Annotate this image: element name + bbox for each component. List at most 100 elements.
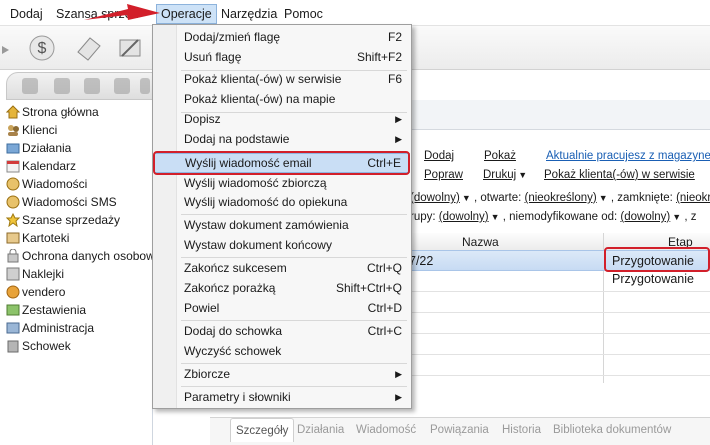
messages-icon [6,177,20,191]
tab-wiadomosc[interactable]: Wiadomość [356,424,416,436]
filter-zamkniete-select[interactable]: (nieokr [676,192,710,204]
tab-edit-icon[interactable] [114,78,130,94]
menu-separator [181,386,407,387]
tab-biblioteka-dokumentow[interactable]: Biblioteka dokumentów [553,424,671,436]
column-etap[interactable]: Etap [668,234,693,250]
menu-item-label: Dodaj do schowka [184,324,283,338]
menu-item-dodaj-zmien-flage[interactable]: Dodaj/zmień flagę F2 [154,28,410,48]
submenu-arrow-icon: ▶ [395,114,402,124]
menu-item-pokaz-klienta-mapa[interactable]: Pokaż klienta(-ów) na mapie [154,90,410,110]
menu-item-usun-flage[interactable]: Usuń flagę Shift+F2 [154,48,410,68]
menu-bar: Dodaj Szansa sprzed Operacje Narzędzia P… [0,0,710,26]
tab-more-icon[interactable] [140,78,150,94]
menu-szansa-sprzedazy[interactable]: Szansa sprzed [52,4,143,24]
filter-niemodyfikowane-label: , niemodyfikowane od: [502,211,618,223]
menu-dodaj[interactable]: Dodaj [6,4,47,24]
menu-item-label: Dopisz [184,112,221,126]
caret-down-icon: ▼ [518,170,528,180]
menu-item-wyslij-do-opiekuna[interactable]: Wyślij wiadomość do opiekuna [154,193,410,213]
menu-narzedzia[interactable]: Narzędzia [217,4,281,24]
menu-item-label: Zakończ porażką [184,281,276,295]
actions-icon [6,141,20,155]
caret-down-icon: ▼ [461,193,471,203]
menu-item-label: Pokaż klienta(-ów) na mapie [184,92,336,106]
menu-item-zakoncz-sukcesem[interactable]: Zakończ sukcesem Ctrl+Q [154,259,410,279]
menu-item-wystaw-koncowy[interactable]: Wystaw dokument końcowy [154,236,410,256]
caret-down-icon: ▼ [672,212,682,222]
tab-user-icon[interactable] [22,78,38,94]
filter-grupy-select[interactable]: (dowolny) [439,211,489,223]
menu-item-label: Usuń flagę [184,50,242,64]
table-row-empty [405,355,710,376]
clipboard-icon [6,339,20,353]
tab-group-icon[interactable] [84,78,100,94]
toolbar-dropdown-arrow-icon[interactable] [0,32,12,64]
tab-historia[interactable]: Historia [502,424,541,436]
menu-item-label: Pokaż klienta(-ów) w serwisie [184,72,342,86]
menu-item-dopisz[interactable]: Dopisz ▶ [154,110,410,130]
filter-otwarte-select[interactable]: (nieokreślony) [525,192,597,204]
sms-icon [6,195,20,209]
menu-item-dodaj-do-schowka[interactable]: Dodaj do schowka Ctrl+C [154,322,410,342]
cards-icon [6,231,20,245]
dodaj-link[interactable]: Dodaj [424,150,454,162]
menu-item-zbiorcze[interactable]: Zbiorcze ▶ [154,365,410,385]
calendar-icon [6,159,20,173]
home-icon [5,105,21,119]
column-nazwa[interactable]: Nazwa [462,234,499,250]
menu-item-label: Zakończ sukcesem [184,261,287,275]
admin-icon [6,321,20,335]
menu-item-zakoncz-porazka[interactable]: Zakończ porażką Shift+Ctrl+Q [154,279,410,299]
toolbar-eraser-icon[interactable] [72,32,104,64]
menu-item-wystaw-zamowienia[interactable]: Wystaw dokument zamówienia [154,216,410,236]
menu-item-wyczysc-schowek[interactable]: Wyczyść schowek [154,342,410,362]
menu-pomoc[interactable]: Pomoc [280,4,327,24]
filter-niemodyfikowane-select[interactable]: (dowolny) [620,211,670,223]
svg-text:$: $ [38,40,47,57]
drukuj-link[interactable]: Drukuj ▼ [483,169,527,181]
filter-row-2: rupy: (dowolny) ▼ , niemodyfikowane od: (… [410,211,697,223]
stickers-icon [6,267,20,281]
popraw-link[interactable]: Popraw [424,169,463,181]
clients-icon [6,123,20,137]
table-row[interactable]: Przygotowanie [405,271,710,292]
menu-item-label: Wystaw dokument końcowy [184,238,332,252]
menu-item-parametry-slowniki[interactable]: Parametry i słowniki ▶ [154,388,410,408]
toolbar-tools-icon[interactable] [114,32,146,64]
toolbar-dollar-icon[interactable]: $ [26,32,58,64]
pokaz-klienta-serwis-link[interactable]: Pokaż klienta(-ów) w serwisie [544,169,695,181]
menu-item-shortcut: F6 [387,72,402,86]
menu-item-label: Dodaj/zmień flagę [184,30,281,44]
menu-item-wyslij-wiadomosc-email[interactable]: Wyślij wiadomość email Ctrl+E [154,153,410,173]
menu-item-shortcut: Ctrl+Q [366,261,402,275]
tab-powiazania[interactable]: Powiązania [430,424,489,436]
pokaz-link[interactable]: Pokaż [484,150,516,162]
tab-szczegoly[interactable]: Szczegóły [230,418,295,442]
menu-item-shortcut: Ctrl+E [367,156,401,170]
menu-operacje[interactable]: Operacje [156,4,217,24]
submenu-arrow-icon: ▶ [395,369,402,379]
menu-item-label: Wyślij wiadomość zbiorczą [184,176,327,190]
tab-dzialania[interactable]: Działania [297,424,344,436]
filter-otwarte-label: , otwarte: [473,192,522,204]
table-row[interactable]: 7/22 Przygotowanie [405,250,710,271]
filter-zamkniete-label: , zamknięte: [610,192,673,204]
filter-grupy-label: rupy: [410,211,436,223]
menu-item-label: Wystaw dokument zamówienia [184,218,349,232]
filter-status-select[interactable]: (dowolny) [410,192,460,204]
menu-item-dodaj-na-podstawie[interactable]: Dodaj na podstawie ▶ [154,130,410,150]
cell-nazwa: 7/22 [409,254,434,268]
menu-item-pokaz-klienta-serwis[interactable]: Pokaż klienta(-ów) w serwisie F6 [154,70,410,90]
vendero-icon [6,285,20,299]
menu-item-label: Dodaj na podstawie [184,132,290,146]
menu-item-powiel[interactable]: Powiel Ctrl+D [154,299,410,319]
aktualnie-magazyn-link[interactable]: Aktualnie pracujesz z magazynem [546,150,710,162]
menu-item-label: Zbiorcze [184,367,231,381]
tab-users-icon[interactable] [54,78,70,94]
menu-item-wyslij-wiadomosc-zbiorcza[interactable]: Wyślij wiadomość zbiorczą [154,174,410,194]
menu-item-shortcut: Shift+F2 [356,50,402,64]
table-row-empty [405,334,710,355]
menu-separator [181,214,407,215]
menu-item-shortcut: F2 [387,30,402,44]
table-row-empty [405,313,710,334]
